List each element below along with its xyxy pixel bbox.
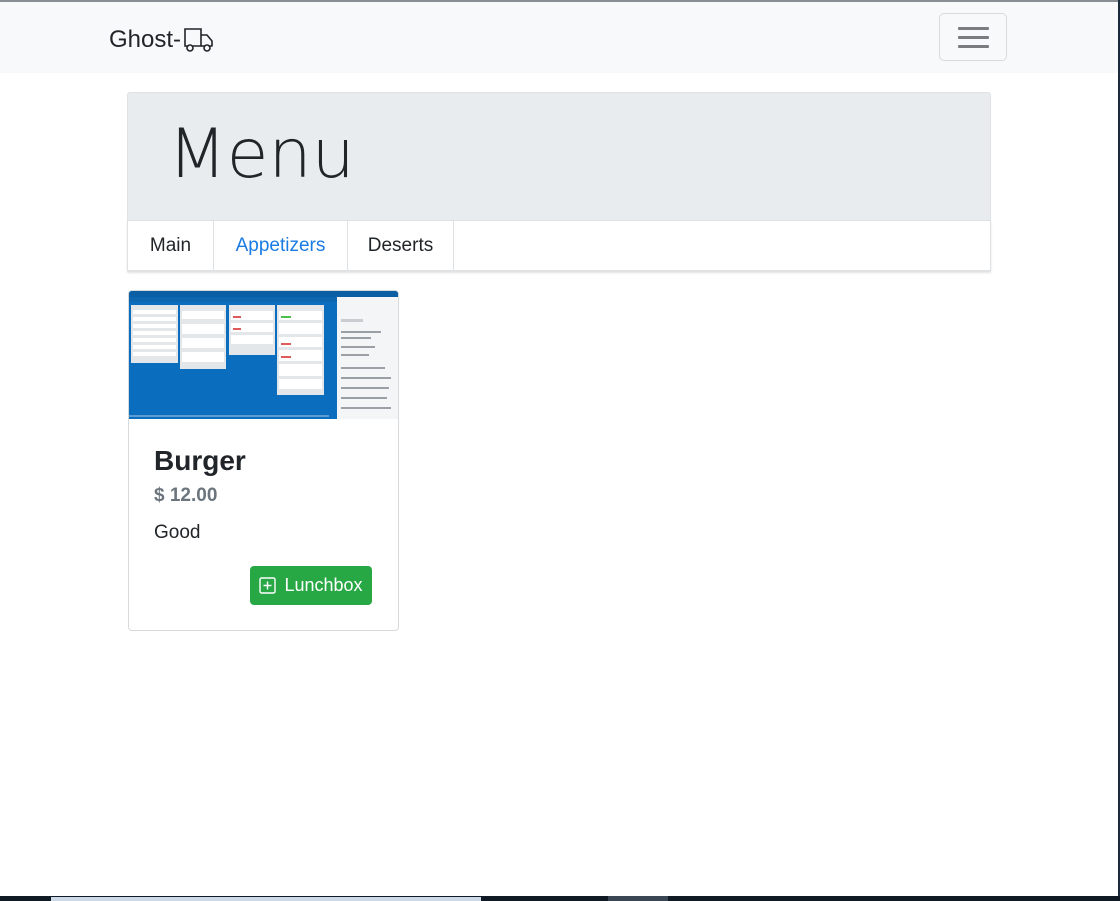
item-name: Burger	[154, 445, 246, 476]
item-price: $ 12.00	[154, 485, 218, 506]
brand-text: Ghost-	[109, 26, 182, 53]
add-button-label: Lunchbox	[284, 575, 363, 595]
taskbar	[0, 896, 1120, 901]
page-title: Menu	[168, 115, 355, 194]
page-header: Menu	[127, 92, 991, 220]
navbar-brand[interactable]: Ghost-	[109, 26, 214, 54]
tab-deserts[interactable]: Deserts	[348, 221, 454, 270]
navbar-toggler-button[interactable]	[939, 13, 1007, 61]
tab-main[interactable]: Main	[128, 221, 214, 270]
truck-icon	[184, 28, 213, 52]
category-tabs: Main Appetizers Deserts	[127, 220, 991, 271]
item-description: Good	[154, 522, 201, 543]
add-to-lunchbox-button[interactable]: Lunchbox	[250, 566, 372, 605]
tab-appetizers[interactable]: Appetizers	[214, 221, 348, 270]
menu-item-card: Burger $ 12.00 Good Lunchbox	[128, 290, 399, 631]
plus-square-icon	[259, 577, 277, 594]
navbar: Ghost-	[0, 2, 1118, 73]
item-image	[129, 291, 398, 419]
